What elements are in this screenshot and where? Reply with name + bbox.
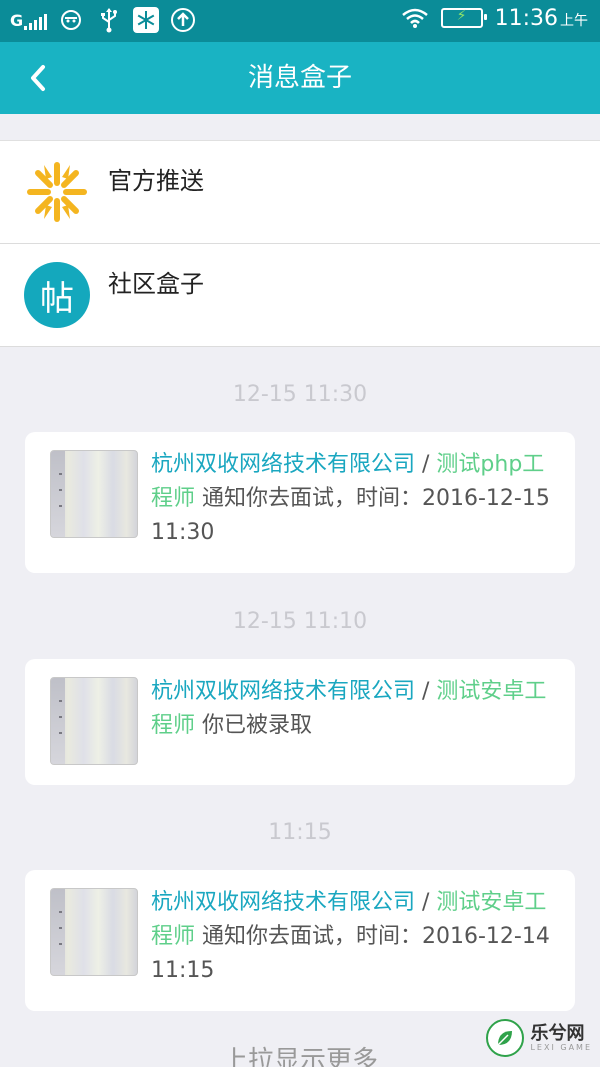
snowflake-app-icon xyxy=(133,7,160,33)
message-card[interactable]: 杭州双收网络技术有限公司 / 测试安卓工程师 你已被录取 xyxy=(25,659,575,785)
face-icon xyxy=(57,6,85,34)
separator: / xyxy=(415,890,437,915)
watermark: 乐兮网 LEXI GAME xyxy=(486,1019,592,1057)
message-body: 你已被录取 xyxy=(195,713,313,738)
company-link[interactable]: 杭州双收网络技术有限公司 xyxy=(151,679,415,704)
leaf-logo-icon xyxy=(486,1019,525,1057)
message-thumbnail xyxy=(50,888,138,976)
message-body: 通知你去面试，时间：2016-12-15 11:30 xyxy=(151,486,550,545)
entry-label: 官方推送 xyxy=(108,167,204,195)
usb-icon xyxy=(95,6,123,34)
separator: / xyxy=(415,452,437,477)
page-title: 消息盒子 xyxy=(247,63,352,93)
nav-bar: 消息盒子 xyxy=(0,42,600,114)
signal-icon: G xyxy=(10,10,48,30)
watermark-text: 乐兮网 xyxy=(530,1022,585,1044)
upload-icon xyxy=(169,6,197,34)
tie-badge-char: 帖 xyxy=(24,262,90,328)
starburst-logo-icon xyxy=(24,159,90,225)
message-body: 通知你去面试，时间：2016-12-14 11:15 xyxy=(151,924,550,983)
entry-label: 社区盒子 xyxy=(108,270,204,298)
company-link[interactable]: 杭州双收网络技术有限公司 xyxy=(151,452,415,477)
message-text: 杭州双收网络技术有限公司 / 测试安卓工程师 通知你去面试，时间：2016-12… xyxy=(151,886,551,988)
status-bar: G ⚡ 11:36 上午 xyxy=(0,0,600,42)
message-thumbnail xyxy=(50,450,138,538)
clock-ampm: 上午 xyxy=(560,12,588,29)
watermark-sub: LEXI GAME xyxy=(530,1042,592,1052)
message-text: 杭州双收网络技术有限公司 / 测试安卓工程师 你已被录取 xyxy=(151,675,551,743)
company-link[interactable]: 杭州双收网络技术有限公司 xyxy=(151,890,415,915)
tie-badge-icon: 帖 xyxy=(24,262,90,328)
clock: 11:36 xyxy=(494,5,558,31)
message-thumbnail xyxy=(50,677,138,765)
wifi-icon xyxy=(401,4,429,32)
entry-community-box[interactable]: 帖 社区盒子 xyxy=(0,243,600,346)
category-list: 官方推送 帖 社区盒子 xyxy=(0,140,600,347)
message-card[interactable]: 杭州双收网络技术有限公司 / 测试php工程师 通知你去面试，时间：2016-1… xyxy=(25,432,575,573)
signal-label: G xyxy=(10,10,23,30)
message-card[interactable]: 杭州双收网络技术有限公司 / 测试安卓工程师 通知你去面试，时间：2016-12… xyxy=(25,870,575,1011)
message-time: 12-15 11:30 xyxy=(232,382,368,407)
message-time: 11:15 xyxy=(268,820,332,845)
entry-official-push[interactable]: 官方推送 xyxy=(0,141,600,243)
message-text: 杭州双收网络技术有限公司 / 测试php工程师 通知你去面试，时间：2016-1… xyxy=(151,448,551,550)
message-time: 12-15 11:10 xyxy=(232,609,368,634)
battery-icon: ⚡ xyxy=(440,8,487,28)
separator: / xyxy=(415,679,437,704)
